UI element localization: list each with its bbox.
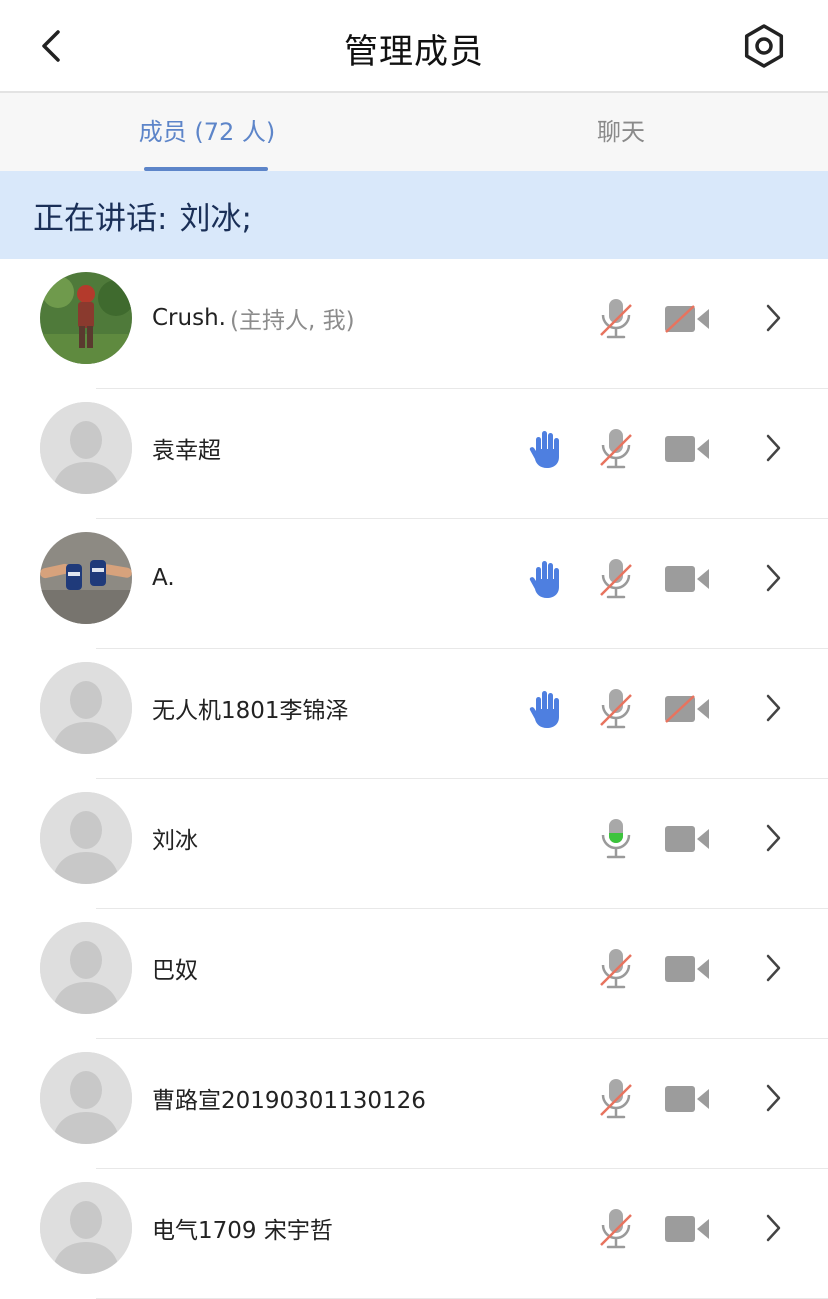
chevron-right-icon[interactable] <box>762 433 784 463</box>
raised-hand-icon <box>528 429 564 469</box>
member-name: 无人机1801李锦泽 <box>152 649 349 767</box>
tab-members[interactable]: 成员 (72 人) <box>0 93 414 171</box>
member-name: 袁幸超 <box>152 389 221 507</box>
member-row[interactable]: 袁幸超 <box>0 389 828 519</box>
raised-hand-icon <box>528 689 564 729</box>
member-row[interactable]: A. <box>0 519 828 649</box>
microphone-muted-icon[interactable] <box>598 947 634 991</box>
gear-icon <box>744 24 784 68</box>
camera-off-icon[interactable] <box>664 305 710 333</box>
camera-icon[interactable] <box>664 435 710 463</box>
default-avatar <box>40 1052 132 1144</box>
default-avatar <box>40 792 132 884</box>
member-name: 电气1709 宋宇哲 <box>152 1169 333 1287</box>
member-name-text: 刘冰 <box>152 828 198 854</box>
member-name-text: Crush. <box>152 305 226 331</box>
chevron-right-icon[interactable] <box>762 693 784 723</box>
camera-icon[interactable] <box>664 1085 710 1113</box>
member-name: 曹路宣20190301130126 <box>152 1039 426 1157</box>
page-title: 管理成员 <box>344 32 484 72</box>
member-row[interactable]: 电气1709 宋宇哲 <box>0 1169 828 1299</box>
speaking-label: 正在讲话: <box>33 200 168 237</box>
member-list: Crush. (主持人, 我) 袁幸超 A. 无人机1801李锦泽 刘冰巴奴曹路宣2019… <box>0 259 828 1299</box>
microphone-muted-icon[interactable] <box>598 557 634 601</box>
chevron-right-icon[interactable] <box>762 953 784 983</box>
member-row[interactable]: 巴奴 <box>0 909 828 1039</box>
chevron-right-icon[interactable] <box>762 563 784 593</box>
chevron-right-icon[interactable] <box>762 823 784 853</box>
settings-button[interactable] <box>740 22 788 70</box>
navigation-bar: 管理成员 <box>0 0 828 93</box>
member-name-text: 巴奴 <box>152 958 198 984</box>
microphone-muted-icon[interactable] <box>598 1077 634 1121</box>
member-name-text: 电气1709 宋宇哲 <box>152 1218 333 1244</box>
member-role: (主持人, 我) <box>229 308 355 334</box>
microphone-icon[interactable] <box>598 817 634 861</box>
member-name: 巴奴 <box>152 909 198 1027</box>
chevron-right-icon[interactable] <box>762 303 784 333</box>
speaking-banner: 正在讲话: 刘冰; <box>0 171 828 259</box>
microphone-muted-icon[interactable] <box>598 687 634 731</box>
member-name-text: 袁幸超 <box>152 438 221 464</box>
member-row[interactable]: 刘冰 <box>0 779 828 909</box>
default-avatar <box>40 1182 132 1274</box>
avatar <box>40 532 132 624</box>
tab-chat[interactable]: 聊天 <box>414 93 828 171</box>
microphone-muted-icon[interactable] <box>598 297 634 341</box>
tab-bar: 成员 (72 人) 聊天 <box>0 93 828 171</box>
microphone-muted-icon[interactable] <box>598 427 634 471</box>
microphone-muted-icon[interactable] <box>598 1207 634 1251</box>
camera-icon[interactable] <box>664 825 710 853</box>
member-name-text: 无人机1801李锦泽 <box>152 698 349 724</box>
camera-icon[interactable] <box>664 1215 710 1243</box>
raised-hand-icon <box>528 559 564 599</box>
member-row[interactable]: Crush. (主持人, 我) <box>0 259 828 389</box>
member-name: Crush. (主持人, 我) <box>152 259 355 377</box>
default-avatar <box>40 662 132 754</box>
default-avatar <box>40 402 132 494</box>
camera-icon[interactable] <box>664 955 710 983</box>
chevron-right-icon[interactable] <box>762 1083 784 1113</box>
default-avatar <box>40 922 132 1014</box>
member-name: A. <box>152 519 175 637</box>
camera-off-icon[interactable] <box>664 695 710 723</box>
camera-icon[interactable] <box>664 565 710 593</box>
speaking-name: 刘冰; <box>179 200 252 237</box>
member-name-text: A. <box>152 565 175 591</box>
member-row[interactable]: 无人机1801李锦泽 <box>0 649 828 779</box>
member-name-text: 曹路宣20190301130126 <box>152 1088 426 1114</box>
member-name: 刘冰 <box>152 779 198 897</box>
member-row[interactable]: 曹路宣20190301130126 <box>0 1039 828 1169</box>
avatar <box>40 272 132 364</box>
chevron-right-icon[interactable] <box>762 1213 784 1243</box>
